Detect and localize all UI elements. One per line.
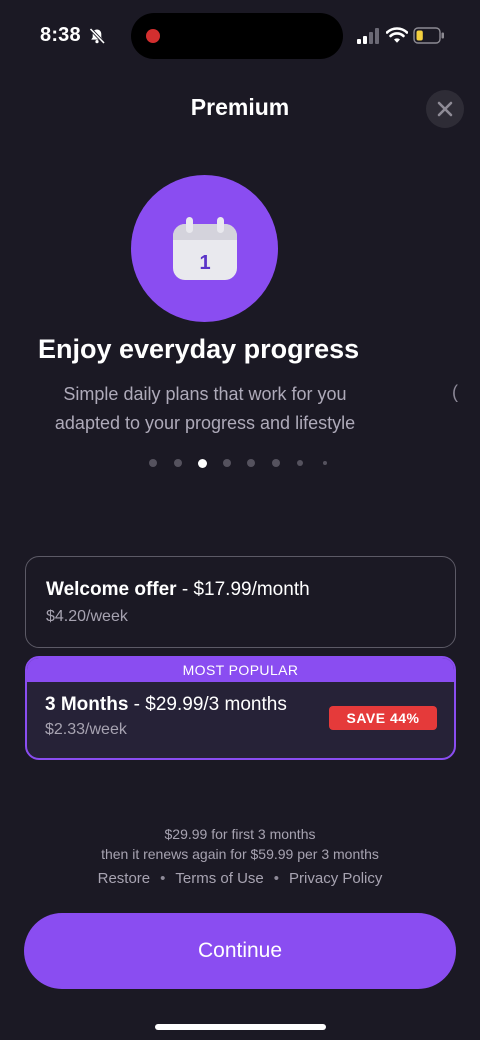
hero-subtitle: Simple daily plans that work for you ada…	[20, 380, 390, 438]
privacy-policy-link[interactable]: Privacy Policy	[289, 870, 382, 887]
page-dot[interactable]	[222, 459, 231, 467]
page-dot[interactable]	[297, 460, 303, 466]
page-dot[interactable]	[173, 459, 182, 467]
bell-slash-icon	[89, 27, 106, 45]
hero-title: Enjoy everyday progress	[38, 334, 360, 364]
signal-icon	[357, 28, 379, 44]
close-icon	[437, 101, 453, 117]
link-separator: •	[273, 870, 280, 887]
plan-weekly-price: $2.33/week	[45, 721, 127, 738]
paywall-screen: 8:38 Premium 1 Enjoy everyday progress S…	[0, 0, 480, 1040]
plan-title: Welcome offer - $17.99/month	[46, 579, 310, 601]
dynamic-island	[131, 13, 343, 59]
close-button[interactable]	[426, 90, 464, 128]
plan-price: - $29.99/3 months	[128, 694, 287, 715]
recording-indicator	[146, 29, 160, 43]
wifi-icon	[386, 27, 408, 43]
home-indicator[interactable]	[155, 1024, 326, 1030]
most-popular-banner: MOST POPULAR	[27, 658, 454, 682]
plan-title: 3 Months - $29.99/3 months	[45, 694, 287, 716]
hero-illustration: 1	[131, 175, 278, 322]
page-dot[interactable]	[322, 461, 327, 465]
hero-subtitle-line-2: adapted to your progress and lifestyle	[54, 413, 356, 433]
next-slide-peek: (	[452, 382, 458, 402]
plan-price: - $17.99/month	[176, 579, 310, 600]
renewal-terms-line-1: $29.99 for first 3 months	[164, 826, 316, 842]
plan-name: Welcome offer	[46, 579, 177, 600]
status-time: 8:38	[40, 24, 81, 46]
page-title: Premium	[190, 94, 290, 120]
save-badge: SAVE 44%	[329, 706, 437, 730]
page-dot-active[interactable]	[197, 458, 207, 468]
plan-name: 3 Months	[45, 694, 129, 715]
plan-weekly-price: $4.20/week	[46, 608, 128, 625]
page-dot[interactable]	[271, 459, 280, 467]
plan-option-welcome-offer[interactable]: Welcome offer - $17.99/month $4.20/week	[25, 556, 456, 648]
page-dot[interactable]	[149, 459, 157, 467]
link-separator: •	[160, 870, 166, 887]
footer-links: Restore • Terms of Use • Privacy Policy	[0, 870, 480, 887]
calendar-number: 1	[199, 252, 210, 274]
terms-of-use-link[interactable]: Terms of Use	[175, 870, 263, 887]
plan-option-3-months[interactable]: MOST POPULAR 3 Months - $29.99/3 months …	[25, 656, 456, 760]
restore-link[interactable]: Restore	[98, 870, 151, 887]
continue-button[interactable]: Continue	[24, 913, 456, 989]
battery-icon	[413, 27, 444, 44]
calendar-icon: 1	[172, 216, 237, 280]
page-dot[interactable]	[247, 459, 255, 467]
renewal-terms-line-2: then it renews again for $59.99 per 3 mo…	[101, 846, 379, 862]
hero-subtitle-line-1: Simple daily plans that work for you	[63, 384, 347, 404]
